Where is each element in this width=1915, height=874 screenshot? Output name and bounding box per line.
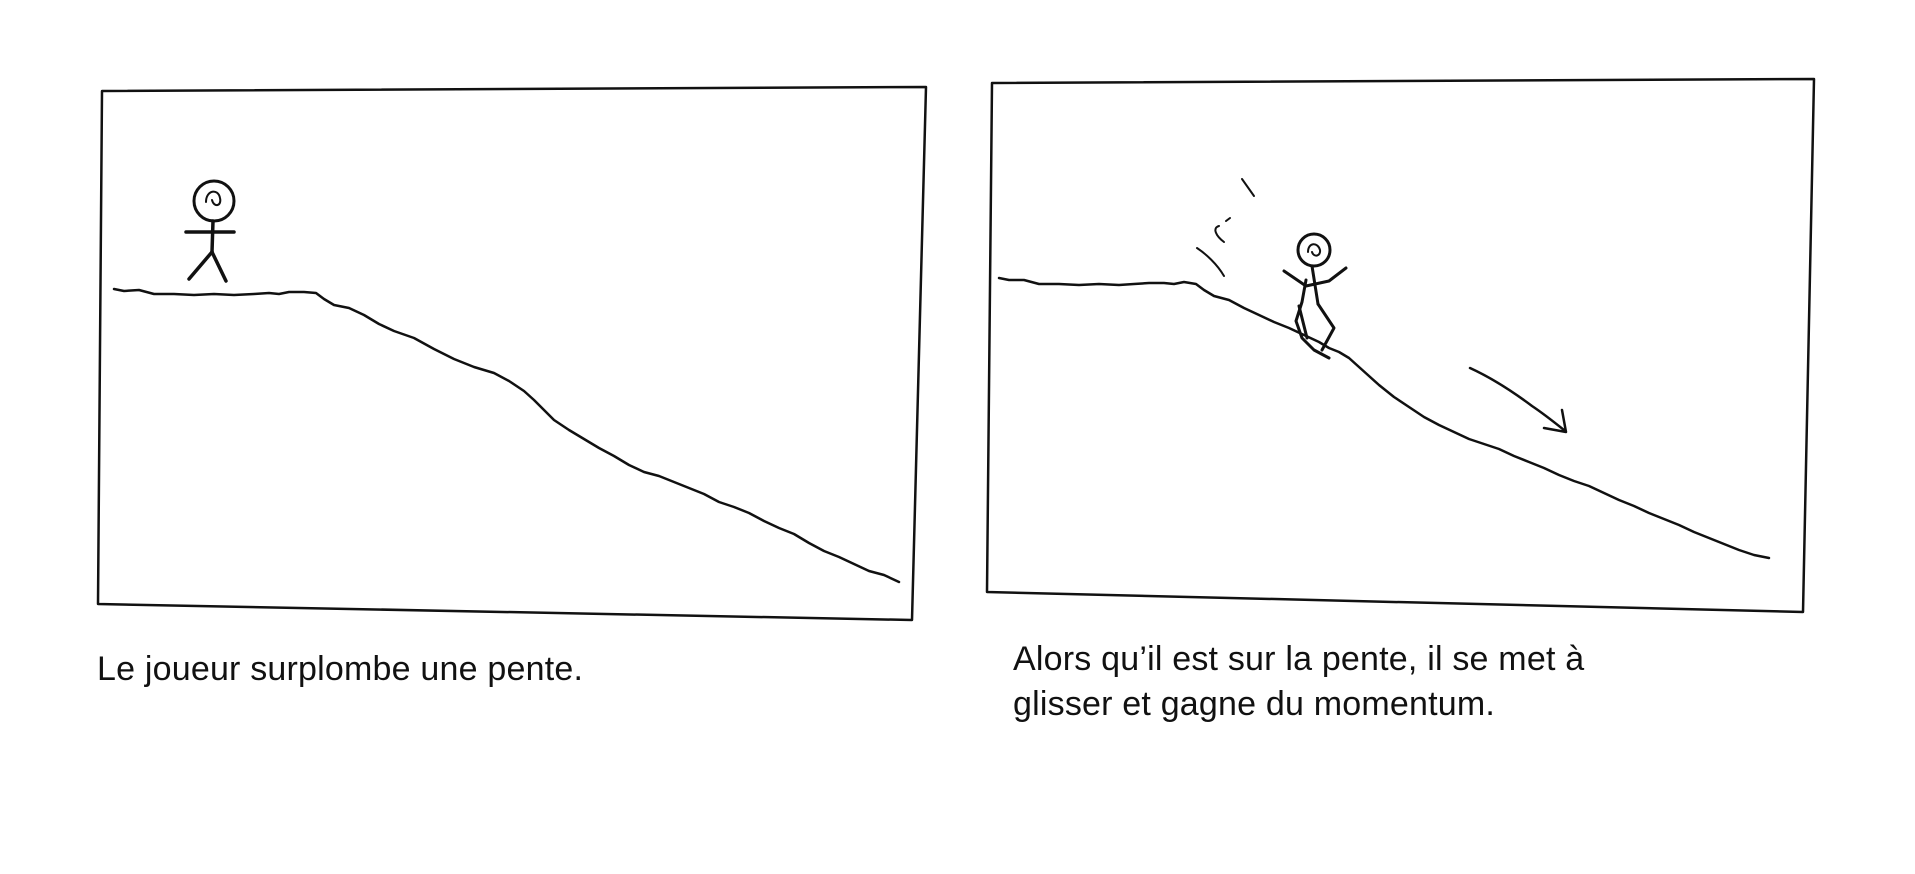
- panel-1-sketch: [96, 85, 928, 622]
- player-standing-figure: [184, 179, 236, 283]
- panel-1-caption: Le joueur surplombe une pente.: [97, 650, 584, 688]
- panel-2-sketch: [985, 77, 1816, 614]
- panel-2-caption-line-2: glisser et gagne du momentum.: [1013, 685, 1496, 723]
- motion-streaks: [1196, 178, 1255, 277]
- slope-ground: [997, 276, 1771, 560]
- direction-arrow: [1468, 366, 1568, 434]
- panel-2-caption-line-1: Alors qu’il est sur la pente, il se met …: [1013, 640, 1585, 678]
- panel-2-caption: Alors qu’il est sur la pente, il se met …: [1013, 637, 1584, 727]
- storyboard-panel-2: [984, 76, 1820, 616]
- slope-ground: [112, 287, 901, 584]
- storyboard-panel-1: [94, 82, 929, 624]
- panel-2-frame: [985, 77, 1816, 614]
